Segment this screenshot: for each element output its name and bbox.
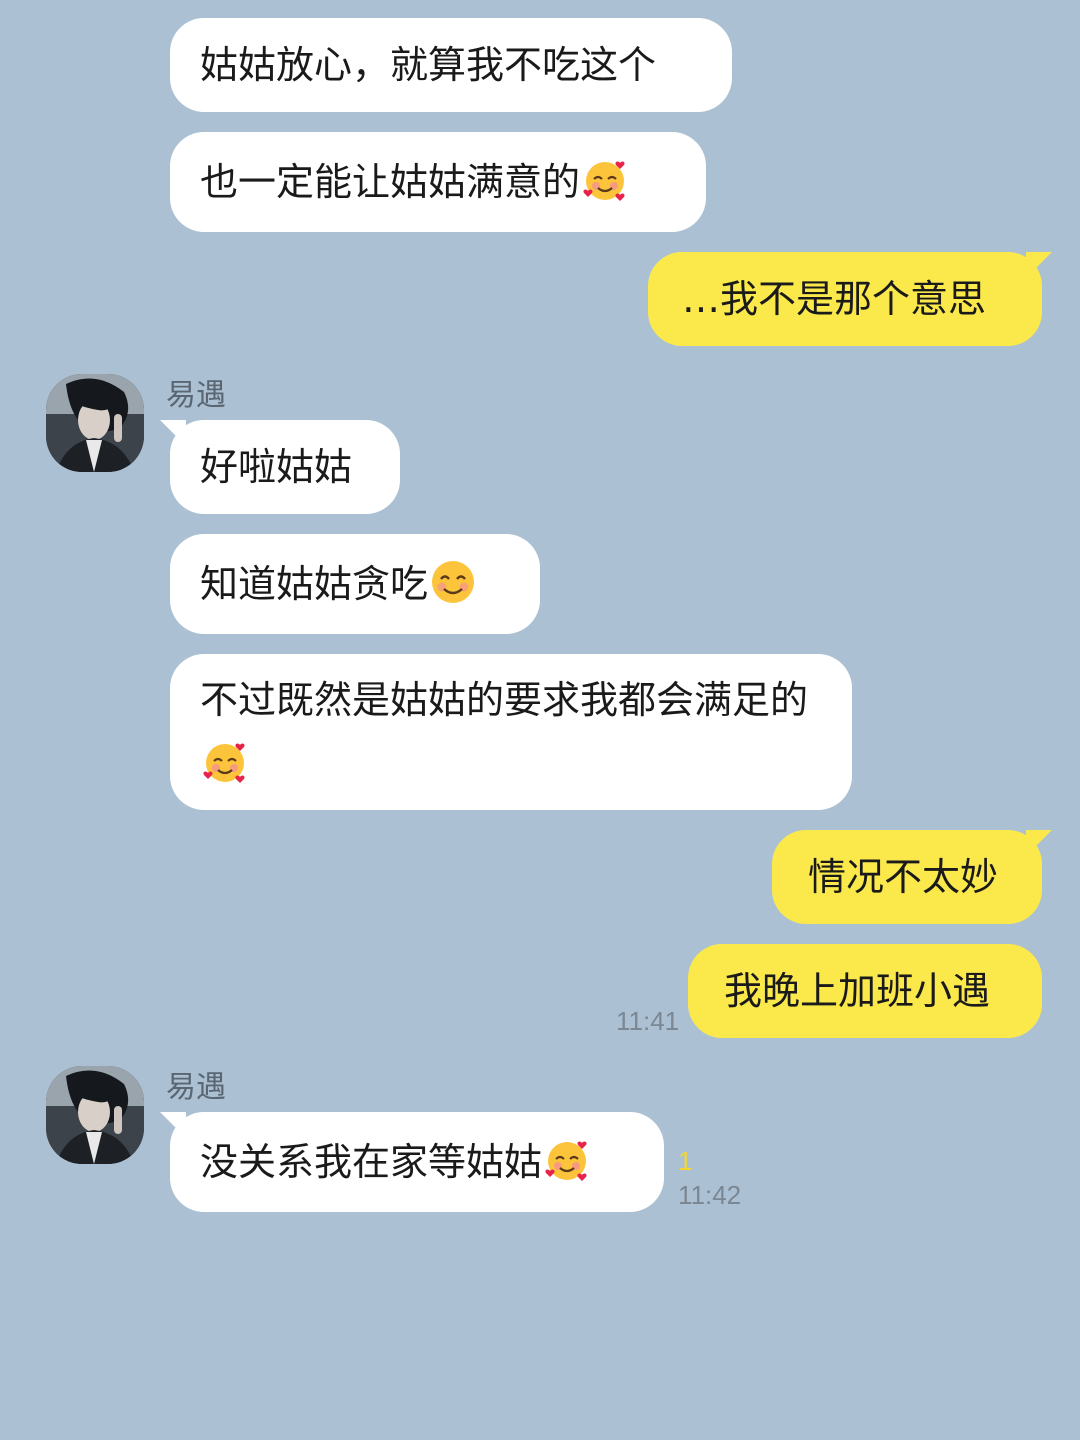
message-bubble-incoming[interactable]: 也一定能让姑姑满意的 — [170, 132, 706, 232]
message-text: 也一定能让姑姑满意的 — [200, 160, 581, 204]
smiling-face-with-hearts-icon — [545, 1141, 587, 1181]
avatar-portrait-icon — [46, 1066, 144, 1164]
message-text: 好啦姑姑 — [200, 445, 353, 489]
message-bubble-outgoing[interactable]: 我晚上加班小遇 — [688, 944, 1042, 1038]
sender-name: 易遇 — [166, 378, 226, 413]
message-bubble-incoming[interactable]: 姑姑放心，就算我不吃这个 — [170, 18, 732, 112]
contact-avatar[interactable] — [46, 374, 144, 472]
unread-count: 1 — [678, 1146, 693, 1176]
sender-name: 易遇 — [166, 1070, 226, 1105]
message-text: 不过既然是姑姑的要求我都会满足的 — [200, 678, 809, 722]
message-bubble-outgoing[interactable]: …我不是那个意思 — [648, 252, 1042, 346]
smiling-face-with-hearts-icon — [583, 161, 625, 201]
message-bubble-incoming[interactable]: 知道姑姑贪吃 — [170, 534, 540, 634]
message-bubble-outgoing[interactable]: 情况不太妙 — [772, 830, 1042, 924]
smiling-face-with-hearts-icon — [203, 743, 245, 783]
avatar-portrait-icon — [46, 374, 144, 472]
contact-avatar[interactable] — [46, 1066, 144, 1164]
message-bubble-incoming[interactable]: 不过既然是姑姑的要求我都会满足的 — [170, 654, 852, 810]
message-timestamp: 11:41 — [616, 1006, 680, 1036]
message-text: 知道姑姑贪吃 — [200, 562, 429, 606]
chat-room[interactable]: 姑姑放心，就算我不吃这个 也一定能让姑姑满意的 …我不是那个意思 易遇 好啦姑姑… — [0, 0, 1080, 1440]
message-text: 姑姑放心，就算我不吃这个 — [200, 43, 657, 87]
message-bubble-incoming[interactable]: 没关系我在家等姑姑 — [170, 1112, 664, 1212]
message-text: 我晚上加班小遇 — [724, 969, 991, 1013]
smiling-face-icon — [432, 561, 475, 603]
message-timestamp: 11:42 — [678, 1180, 742, 1210]
message-bubble-incoming[interactable]: 好啦姑姑 — [170, 420, 400, 514]
message-text: …我不是那个意思 — [682, 277, 987, 321]
message-text: 没关系我在家等姑姑 — [200, 1140, 543, 1184]
message-text: 情况不太妙 — [808, 855, 999, 899]
